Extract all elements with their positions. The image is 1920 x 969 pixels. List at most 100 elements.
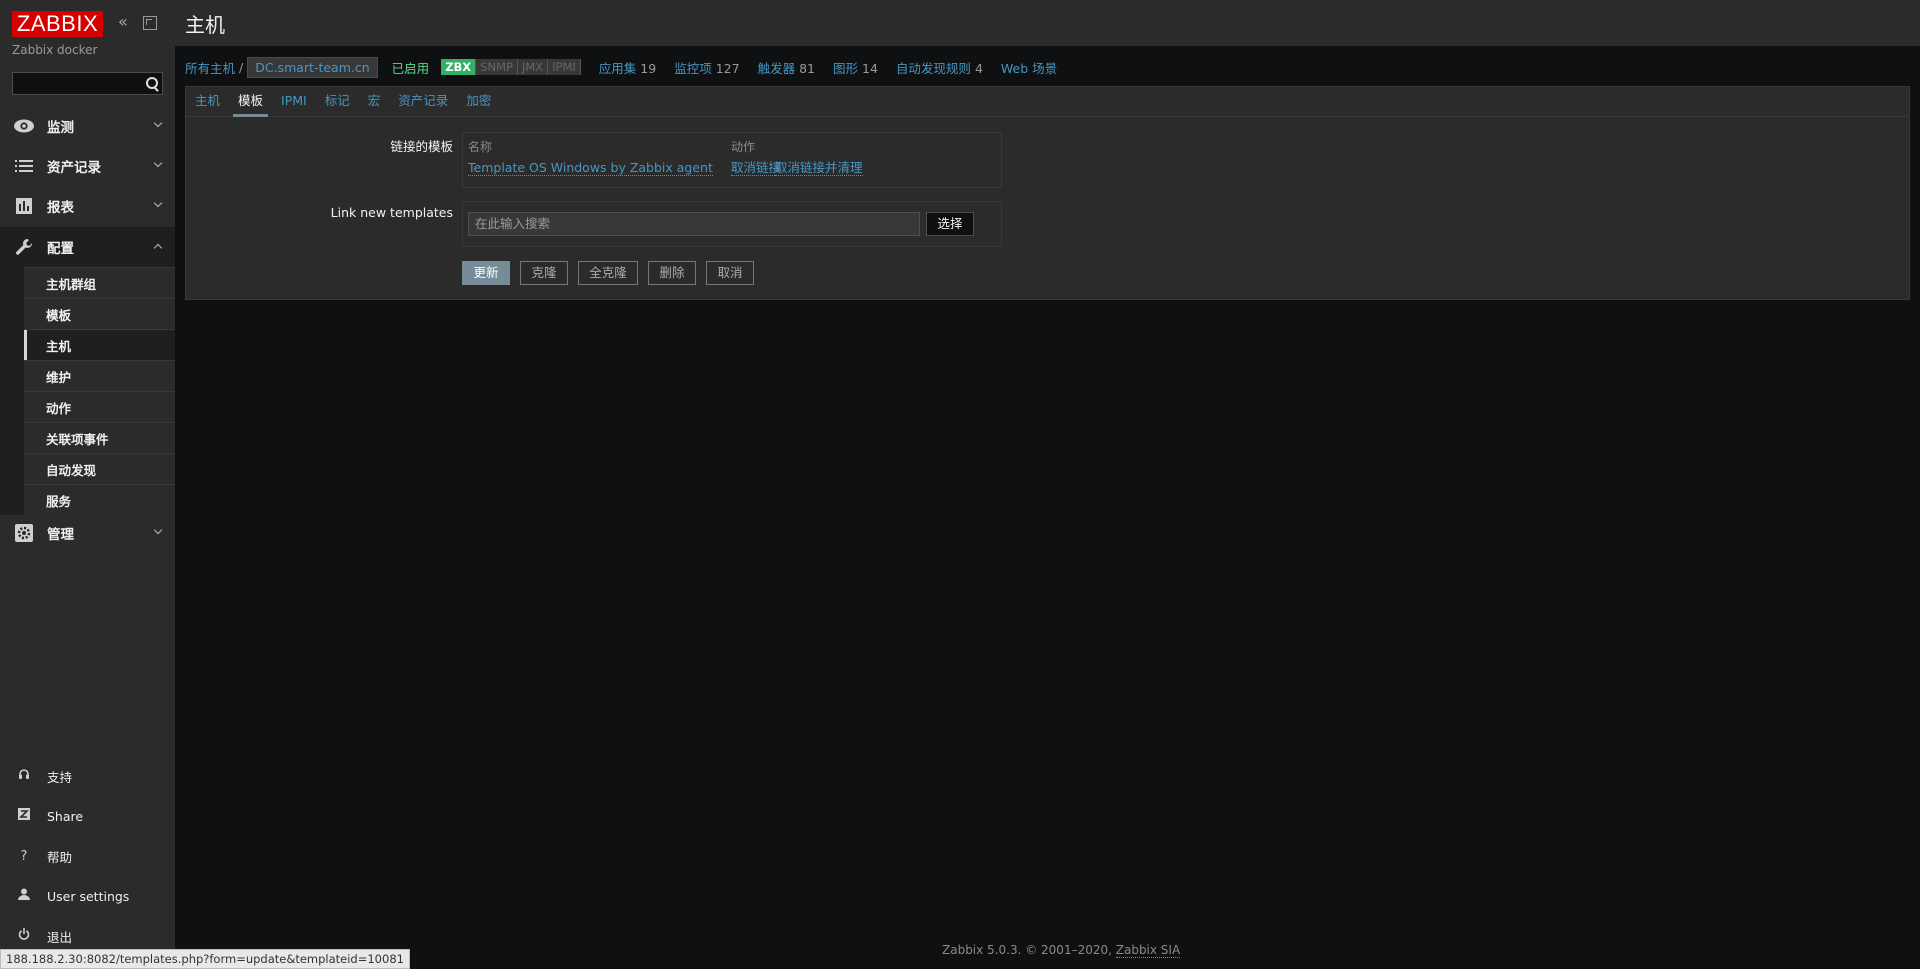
link-label: 触发器 — [757, 60, 796, 76]
graphs-link[interactable]: 图形 14 — [833, 58, 878, 77]
template-search-input[interactable]: 在此输入搜索 — [468, 212, 920, 236]
chevron-up-icon — [153, 243, 163, 253]
zabbix-sia-link[interactable]: Zabbix SIA — [1115, 943, 1181, 958]
update-button[interactable]: 更新 — [462, 261, 510, 285]
link-count: 81 — [799, 60, 815, 76]
link-count: 19 — [640, 60, 657, 76]
share-label: Share — [47, 808, 84, 824]
breadcrumb-separator: / — [239, 59, 244, 75]
tab-templates[interactable]: 模板 — [229, 87, 272, 117]
chevron-down-icon — [153, 118, 163, 128]
host-navigation: 所有主机 / DC.smart-team.cn 已启用 ZBX SNMP JMX… — [185, 56, 1057, 78]
zbx-availability-badge: ZBX — [441, 59, 477, 75]
chevron-down-icon — [153, 525, 163, 535]
menu-label: 报表 — [47, 200, 74, 216]
tab-host[interactable]: 主机 — [186, 87, 229, 117]
submenu-templates[interactable]: 模板 — [24, 298, 175, 329]
help-label: 帮助 — [47, 849, 73, 865]
full-clone-button[interactable]: 全克隆 — [578, 261, 638, 285]
sign-out-link[interactable]: 退出 — [0, 921, 175, 951]
headset-icon — [12, 768, 36, 784]
menu-reports[interactable]: 报表 — [0, 186, 175, 226]
link-label: 自动发现规则 — [895, 60, 971, 76]
breadcrumb-all-hosts[interactable]: 所有主机 — [185, 58, 235, 77]
unlink-button[interactable]: 取消链接 — [731, 161, 782, 176]
ipmi-availability-badge: IPMI — [548, 59, 581, 75]
tab-ipmi[interactable]: IPMI — [272, 87, 316, 117]
column-action-header: 动作 — [731, 140, 756, 154]
search-icon[interactable] — [143, 75, 160, 92]
status-bar-url: 188.188.2.30:8082/templates.php?form=upd… — [0, 949, 410, 969]
link-new-templates-box: 在此输入搜索 选择 — [462, 201, 1002, 247]
page-footer: Zabbix 5.0.3. © 2001–2020, Zabbix SIA — [942, 943, 1181, 958]
linked-templates-label: 链接的模板 — [390, 139, 453, 154]
breadcrumb-host[interactable]: DC.smart-team.cn — [247, 56, 378, 78]
delete-button[interactable]: 删除 — [648, 261, 696, 285]
tab-macros[interactable]: 宏 — [359, 87, 390, 117]
menu-configuration[interactable]: 配置 — [0, 227, 175, 267]
kiosk-mode-icon[interactable] — [143, 16, 157, 30]
column-name-header: 名称 — [468, 140, 493, 154]
configuration-submenu: 主机群组 模板 主机 维护 动作 关联项事件 自动发现 服务 — [0, 267, 175, 515]
power-icon — [12, 928, 36, 944]
host-form-panel: 主机 模板 IPMI 标记 宏 资产记录 加密 链接的模板 名称 动作 Temp… — [185, 86, 1910, 300]
submenu-maintenance[interactable]: 维护 — [24, 360, 175, 391]
submenu-hosts[interactable]: 主机 — [24, 329, 175, 361]
page-header: 主机 — [175, 0, 1920, 46]
host-tabs: 主机 模板 IPMI 标记 宏 资产记录 加密 — [186, 87, 1909, 117]
help-link[interactable]: ? 帮助 — [0, 841, 175, 871]
jmx-availability-badge: JMX — [517, 59, 549, 75]
collapse-sidebar-icon[interactable]: « — [118, 12, 128, 32]
link-count: 14 — [862, 60, 878, 76]
share-link[interactable]: Share — [0, 801, 175, 831]
zabbix-logo[interactable]: ZABBIX — [12, 11, 103, 37]
unlink-and-clear-button[interactable]: 取消链接并清理 — [775, 161, 863, 176]
sidebar: ZABBIX « Zabbix docker 监测 资产记录 报表 配置 主机群… — [0, 0, 175, 969]
sidebar-search-input[interactable] — [12, 72, 163, 95]
menu-label: 管理 — [47, 527, 74, 543]
submenu-event-correlation[interactable]: 关联项事件 — [24, 422, 175, 453]
clone-button[interactable]: 克隆 — [520, 261, 568, 285]
submenu-host-groups[interactable]: 主机群组 — [24, 267, 175, 298]
submenu-services[interactable]: 服务 — [24, 484, 175, 515]
wrench-icon — [12, 235, 36, 259]
linked-template-link[interactable]: Template OS Windows by Zabbix agent — [468, 161, 713, 176]
footer-text: Zabbix 5.0.3. © 2001–2020, — [942, 943, 1116, 957]
menu-label: 配置 — [47, 241, 74, 257]
menu-label: 资产记录 — [47, 160, 101, 176]
tab-inventory[interactable]: 资产记录 — [389, 87, 457, 117]
web-scenarios-link[interactable]: Web 场景 — [1001, 58, 1057, 77]
submenu-actions[interactable]: 动作 — [24, 391, 175, 422]
zabbix-share-icon — [12, 808, 36, 824]
chevron-down-icon — [153, 158, 163, 168]
availability-badges: ZBX SNMP JMX IPMI — [441, 59, 581, 75]
link-new-templates-label: Link new templates — [330, 205, 453, 220]
chevron-down-icon — [153, 198, 163, 208]
submenu-discovery[interactable]: 自动发现 — [24, 453, 175, 484]
cancel-button[interactable]: 取消 — [706, 261, 754, 285]
user-icon — [12, 888, 36, 904]
list-icon — [12, 154, 36, 178]
menu-label: 监测 — [47, 120, 74, 136]
link-label: 应用集 — [598, 60, 637, 76]
link-count: 4 — [974, 60, 983, 76]
items-link[interactable]: 监控项 127 — [674, 58, 739, 77]
tab-tags[interactable]: 标记 — [316, 87, 359, 117]
sign-out-label: 退出 — [47, 929, 73, 945]
link-count: 127 — [715, 60, 740, 76]
question-icon: ? — [20, 848, 28, 864]
menu-administration[interactable]: 管理 — [0, 513, 175, 553]
status-badge[interactable]: 已启用 — [392, 58, 430, 77]
menu-monitoring[interactable]: 监测 — [0, 106, 175, 146]
user-settings-link[interactable]: User settings — [0, 881, 175, 911]
snmp-availability-badge: SNMP — [476, 59, 518, 75]
support-label: 支持 — [47, 769, 73, 785]
menu-inventory[interactable]: 资产记录 — [0, 146, 175, 186]
select-button[interactable]: 选择 — [926, 212, 974, 236]
triggers-link[interactable]: 触发器 81 — [758, 58, 815, 77]
support-link[interactable]: 支持 — [0, 761, 175, 791]
discovery-rules-link[interactable]: 自动发现规则 4 — [896, 58, 983, 77]
tab-encryption[interactable]: 加密 — [457, 87, 500, 117]
bar-chart-icon — [12, 194, 36, 218]
applications-link[interactable]: 应用集 19 — [599, 58, 656, 77]
